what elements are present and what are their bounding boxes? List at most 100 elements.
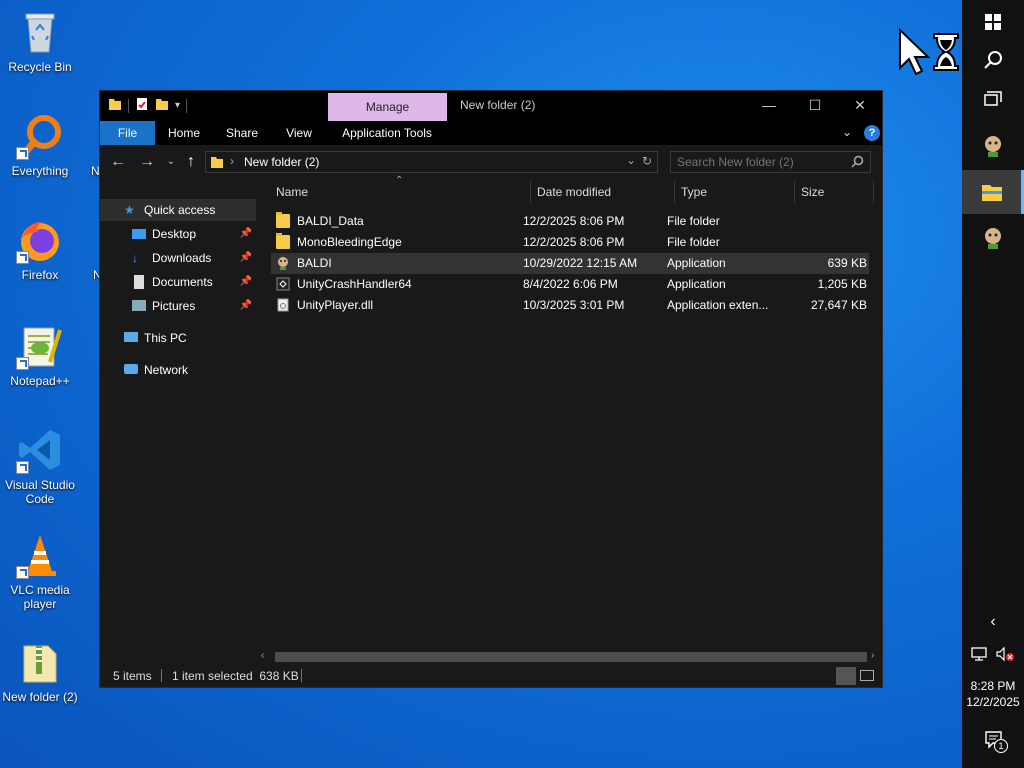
nav-label: Documents xyxy=(152,275,213,289)
column-header-name[interactable]: Name xyxy=(276,179,308,205)
shortcut-arrow-icon xyxy=(16,461,29,474)
desktop-icon-everything[interactable]: Everything xyxy=(0,112,82,178)
search-box[interactable] xyxy=(670,151,871,173)
minimize-button[interactable]: — xyxy=(746,91,792,119)
nav-downloads[interactable]: ↓ Downloads 📌 xyxy=(100,247,256,269)
status-separator xyxy=(161,669,162,682)
column-header-type[interactable]: Type xyxy=(681,179,707,205)
everything-search-icon xyxy=(16,112,64,160)
desktop-icon-label: Notepad++ xyxy=(10,374,70,388)
tab-file[interactable]: File xyxy=(100,121,155,145)
maximize-button[interactable]: ☐ xyxy=(792,91,838,119)
desktop-icon-notepadpp[interactable]: Notepad++ xyxy=(0,322,82,388)
pin-icon[interactable]: 📌 xyxy=(240,271,252,293)
nav-desktop[interactable]: Desktop 📌 xyxy=(100,223,256,245)
nav-network[interactable]: Network xyxy=(100,359,256,381)
show-hidden-icons-button[interactable]: ‹ xyxy=(962,608,1024,636)
file-list[interactable]: ⌃ Name Date modified Type Size BALDI_Dat… xyxy=(257,175,882,649)
column-separator[interactable] xyxy=(674,181,675,203)
column-header-date[interactable]: Date modified xyxy=(537,179,611,205)
status-separator xyxy=(301,669,302,682)
pin-icon[interactable]: 📌 xyxy=(240,223,252,245)
action-center-button[interactable]: 1 xyxy=(984,730,1008,753)
taskbar-baldi-app[interactable] xyxy=(962,124,1024,168)
new-folder-icon[interactable] xyxy=(155,97,169,114)
task-view-icon xyxy=(984,91,1002,106)
refresh-icon[interactable]: ↻ xyxy=(642,154,652,168)
forward-button[interactable]: → xyxy=(136,151,158,173)
document-icon xyxy=(134,275,144,289)
network-icon xyxy=(124,364,138,374)
horizontal-scrollbar[interactable]: ‹ › xyxy=(257,649,882,665)
desktop-icon-recycle-bin[interactable]: Recycle Bin xyxy=(0,8,82,74)
large-icons-view-button[interactable] xyxy=(860,670,874,681)
column-separator[interactable] xyxy=(530,181,531,203)
baldi-app-icon xyxy=(985,228,1001,249)
baldi-app-icon xyxy=(985,136,1001,157)
nav-pictures[interactable]: Pictures 📌 xyxy=(100,295,256,317)
pictures-icon xyxy=(132,300,146,311)
details-view-button[interactable] xyxy=(836,667,856,685)
desktop-icon-label: New folder (2) xyxy=(2,690,78,704)
taskbar-file-explorer[interactable] xyxy=(962,170,1024,214)
nav-label: Quick access xyxy=(144,203,216,217)
file-row[interactable]: UnityCrashHandler64 8/4/2022 6:06 PM App… xyxy=(271,274,869,295)
scroll-thumb[interactable] xyxy=(275,652,867,662)
volume-muted-icon[interactable] xyxy=(995,646,1015,662)
scroll-left-icon[interactable]: ‹ xyxy=(261,650,264,661)
taskbar-baldi-app-2[interactable] xyxy=(962,216,1024,260)
properties-icon[interactable] xyxy=(135,97,149,114)
desktop-icon-new-folder-2[interactable]: New folder (2) xyxy=(0,638,82,704)
tab-view[interactable]: View xyxy=(276,121,322,145)
customize-toolbar-icon[interactable]: ▾ xyxy=(175,100,180,111)
close-button[interactable]: ✕ xyxy=(837,91,883,119)
star-icon: ★ xyxy=(124,203,135,217)
system-clock[interactable]: 8:28 PM 12/2/2025 xyxy=(962,678,1024,710)
pin-icon[interactable]: 📌 xyxy=(240,247,252,269)
tab-manage[interactable]: Manage xyxy=(328,93,447,121)
desktop-icon-vlc[interactable]: VLC media player xyxy=(0,531,82,611)
unity-icon xyxy=(276,277,290,291)
column-separator[interactable] xyxy=(794,181,795,203)
toolbar-separator xyxy=(186,98,188,113)
file-row[interactable]: UnityPlayer.dll 10/3/2025 3:01 PM Applic… xyxy=(271,295,869,316)
file-type: Application exten... xyxy=(667,298,769,312)
column-separator[interactable] xyxy=(873,181,874,203)
scroll-right-icon[interactable]: › xyxy=(871,650,874,661)
search-icon[interactable] xyxy=(851,155,864,171)
desktop-icon-label: Recycle Bin xyxy=(8,60,72,74)
file-row[interactable]: BALDI_Data 12/2/2025 8:06 PM File folder xyxy=(271,211,869,232)
item-count: 5 items xyxy=(113,669,152,683)
file-row[interactable]: MonoBleedingEdge 12/2/2025 8:06 PM File … xyxy=(271,232,869,253)
pin-icon[interactable]: 📌 xyxy=(240,295,252,317)
recent-locations-button[interactable]: ⌄ xyxy=(160,151,182,173)
desktop-icon-label: VLC media player xyxy=(10,583,70,611)
back-button[interactable]: ← xyxy=(107,151,129,173)
expand-ribbon-icon[interactable]: ⌄ xyxy=(842,125,852,139)
address-history-icon[interactable]: ⌄ xyxy=(626,153,636,167)
address-bar[interactable]: › New folder (2) ⌄ ↻ xyxy=(205,151,658,173)
search-button[interactable] xyxy=(962,38,1024,82)
file-row-selected[interactable]: BALDI 10/29/2022 12:15 AM Application 63… xyxy=(271,253,869,274)
desktop-icon-firefox[interactable]: Firefox xyxy=(0,216,82,282)
breadcrumb-current[interactable]: New folder (2) xyxy=(244,155,319,169)
help-icon[interactable]: ? xyxy=(864,125,880,141)
nav-label: This PC xyxy=(144,331,187,345)
up-button[interactable]: ↑ xyxy=(180,151,202,173)
busy-cursor-icon xyxy=(898,27,962,76)
recycle-bin-icon xyxy=(16,8,64,56)
title-bar[interactable]: ▾ Manage New folder (2) — ☐ ✕ xyxy=(100,91,882,121)
nav-quick-access[interactable]: ★ Quick access xyxy=(100,199,256,221)
task-view-button[interactable] xyxy=(962,78,1024,122)
search-input[interactable] xyxy=(671,152,853,172)
file-explorer-window[interactable]: ▾ Manage New folder (2) — ☐ ✕ File Home … xyxy=(99,90,883,688)
nav-this-pc[interactable]: This PC xyxy=(100,327,256,349)
desktop-icon-vscode[interactable]: Visual Studio Code xyxy=(0,426,82,506)
column-header-size[interactable]: Size xyxy=(801,179,824,205)
tab-home[interactable]: Home xyxy=(160,121,208,145)
tab-application-tools[interactable]: Application Tools xyxy=(332,121,442,145)
nav-documents[interactable]: Documents 📌 xyxy=(100,271,256,293)
network-status-icon[interactable] xyxy=(971,646,989,662)
tab-share[interactable]: Share xyxy=(218,121,266,145)
breadcrumb-chevron-icon[interactable]: › xyxy=(230,154,234,168)
